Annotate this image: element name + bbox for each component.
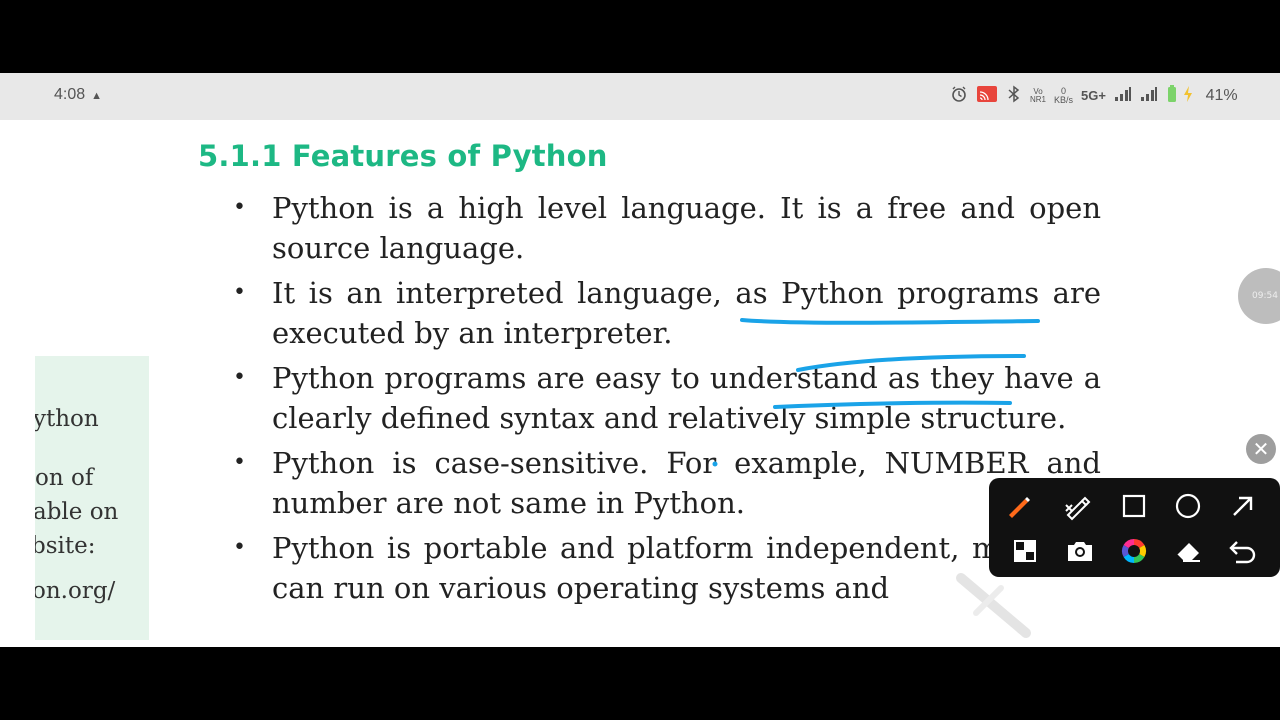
underline-stroke: [740, 318, 1040, 325]
pixelate-icon[interactable]: [1007, 533, 1043, 569]
eraser-icon[interactable]: [1170, 533, 1206, 569]
close-icon: ✕: [1252, 437, 1270, 461]
app-screen: 4:08 ▲ Vo NR1 0 KB/s 5G+ 41% 5.1.1 Featu…: [0, 73, 1280, 647]
close-toolbar-button[interactable]: ✕: [1246, 434, 1276, 464]
rectangle-icon[interactable]: [1116, 488, 1152, 524]
undo-icon[interactable]: [1225, 533, 1261, 569]
arrow-icon[interactable]: [1225, 488, 1261, 524]
annotation-toolbar: [989, 478, 1280, 577]
camera-icon[interactable]: [1062, 533, 1098, 569]
underline-stroke: [773, 400, 1012, 409]
eraser-marker-icon[interactable]: [1059, 488, 1095, 524]
annotation-dot: [712, 461, 718, 467]
watermark-icon: [956, 573, 1031, 638]
pen-icon[interactable]: [1000, 488, 1036, 524]
circle-icon[interactable]: [1170, 488, 1206, 524]
underline-stroke: [796, 354, 1026, 372]
color-wheel-icon[interactable]: [1116, 533, 1152, 569]
